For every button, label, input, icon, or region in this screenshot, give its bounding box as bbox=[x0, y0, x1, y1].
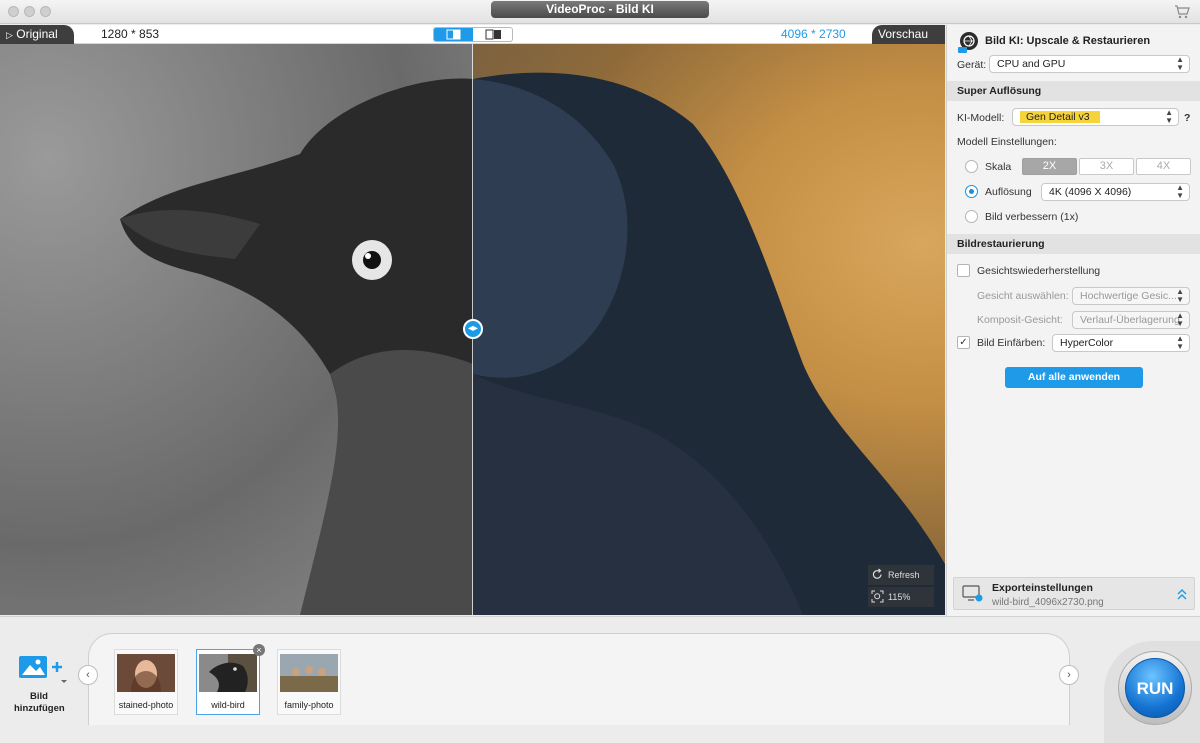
prev-thumbnails-button[interactable]: ‹ bbox=[78, 665, 98, 685]
face-restore-checkbox[interactable] bbox=[957, 264, 970, 277]
bird-thumbnail-icon bbox=[199, 654, 257, 692]
ai-camera-logo-icon bbox=[958, 32, 978, 53]
app-window: VideoProc - Bild KI ▷ Original 1280 * 85… bbox=[0, 0, 1200, 743]
refresh-button[interactable]: Refresh bbox=[868, 565, 934, 585]
model-settings-label: Modell Einstellungen: bbox=[957, 136, 1057, 148]
select-arrows-icon: ▲ ▼ bbox=[1176, 311, 1184, 328]
resolution-radio[interactable] bbox=[965, 185, 978, 198]
bottom-bar: Bild hinzufügen ‹ › stained-photo wild-b… bbox=[0, 616, 1200, 743]
portrait-thumbnail-icon bbox=[117, 654, 175, 692]
split-view-button[interactable] bbox=[434, 28, 473, 41]
enhance-radio[interactable] bbox=[965, 210, 978, 223]
select-arrows-icon: ▲ ▼ bbox=[1165, 108, 1173, 125]
add-image-icon bbox=[19, 656, 67, 683]
thumbnail-item-selected[interactable]: wild-bird × bbox=[196, 644, 265, 715]
zoom-icon bbox=[871, 590, 884, 603]
restoration-header: Bildrestaurierung bbox=[947, 234, 1200, 254]
export-monitor-icon bbox=[962, 585, 983, 602]
model-value: Gen Detail v3 bbox=[1020, 111, 1100, 123]
super-resolution-header: Super Auflösung bbox=[947, 81, 1200, 101]
thumbnail-item[interactable]: family-photo bbox=[277, 649, 341, 715]
original-image bbox=[0, 44, 473, 615]
scale-radio[interactable] bbox=[965, 160, 978, 173]
export-title: Exporteinstellungen bbox=[992, 582, 1093, 594]
thumbnail-item[interactable]: stained-photo bbox=[114, 649, 178, 715]
model-label: KI-Modell: bbox=[957, 112, 1005, 124]
enhance-label: Bild verbessern (1x) bbox=[985, 211, 1079, 223]
bird-grayscale-icon bbox=[120, 78, 473, 615]
device-select[interactable]: CPU and GPU ▲ ▼ bbox=[989, 55, 1190, 73]
add-image-button[interactable]: Bild hinzufügen bbox=[14, 653, 67, 715]
next-thumbnails-button[interactable]: › bbox=[1059, 665, 1079, 685]
face-select[interactable]: Hochwertige Gesic... ▲ ▼ bbox=[1072, 287, 1190, 305]
composite-label: Komposit-Gesicht: bbox=[977, 314, 1063, 326]
window-title: VideoProc - Bild KI bbox=[491, 1, 709, 18]
family-thumbnail-icon bbox=[280, 654, 338, 692]
cart-icon[interactable] bbox=[1174, 4, 1190, 20]
output-resolution: 4096 * 2730 bbox=[781, 27, 846, 41]
face-select-value: Hochwertige Gesic... bbox=[1080, 290, 1177, 302]
panel-title: Bild KI: Upscale & Restaurieren bbox=[985, 35, 1151, 47]
resolution-value: 4K (4096 X 4096) bbox=[1049, 186, 1132, 198]
composite-select[interactable]: Verlauf-Überlagerung ▲ ▼ bbox=[1072, 311, 1190, 329]
composite-value: Verlauf-Überlagerung bbox=[1080, 314, 1180, 326]
title-bar: VideoProc - Bild KI bbox=[0, 0, 1200, 24]
run-button[interactable]: RUN bbox=[1125, 658, 1185, 718]
minimize-window-button[interactable] bbox=[24, 6, 35, 17]
add-image-label: Bild hinzufügen bbox=[14, 691, 65, 714]
split-handle[interactable]: ◂▸ bbox=[463, 319, 483, 339]
select-arrows-icon: ▲ ▼ bbox=[1176, 183, 1184, 200]
view-mode-toggle bbox=[433, 27, 513, 42]
thumbnail-caption: family-photo bbox=[284, 700, 334, 710]
colorize-select[interactable]: HyperColor ▲ ▼ bbox=[1052, 334, 1190, 352]
export-settings-box[interactable]: Exporteinstellungen wild-bird_4096x2730.… bbox=[953, 577, 1195, 610]
refresh-icon bbox=[872, 568, 882, 579]
zoom-window-button[interactable] bbox=[40, 6, 51, 17]
thumbnail-caption: wild-bird bbox=[211, 700, 245, 710]
original-label: Original bbox=[16, 27, 58, 41]
thumbnail-caption: stained-photo bbox=[118, 700, 174, 710]
image-preview[interactable]: ◂▸ Refresh 115% bbox=[0, 44, 945, 615]
remove-thumbnail-icon[interactable]: × bbox=[253, 644, 265, 656]
settings-panel: Bild KI: Upscale & Restaurieren Gerät: C… bbox=[946, 25, 1200, 616]
original-resolution: 1280 * 853 bbox=[101, 27, 160, 41]
apply-all-button[interactable]: Auf alle anwenden bbox=[1005, 367, 1143, 388]
refresh-label: Refresh bbox=[888, 570, 920, 580]
zoom-button[interactable]: 115% bbox=[868, 587, 934, 607]
scale-4x-button[interactable]: 4X bbox=[1136, 158, 1191, 175]
export-filename: wild-bird_4096x2730.png bbox=[992, 597, 1104, 608]
split-view-icon bbox=[446, 29, 461, 40]
preview-label: Vorschau bbox=[878, 27, 929, 41]
device-value: CPU and GPU bbox=[997, 58, 1066, 70]
preview-button[interactable]: Vorschau bbox=[872, 25, 945, 58]
bird-color-icon bbox=[473, 72, 945, 615]
resolution-select[interactable]: 4K (4096 X 4096) ▲ ▼ bbox=[1041, 183, 1190, 201]
colorize-checkbox[interactable]: ✓ bbox=[957, 336, 970, 349]
colorize-value: HyperColor bbox=[1060, 337, 1114, 349]
close-window-button[interactable] bbox=[8, 6, 19, 17]
side-by-side-button[interactable] bbox=[474, 28, 512, 41]
scale-2x-button[interactable]: 2X bbox=[1022, 158, 1077, 175]
colorize-label: Bild Einfärben: bbox=[977, 337, 1046, 349]
scale-label: Skala bbox=[985, 161, 1012, 173]
side-by-side-icon bbox=[485, 29, 501, 40]
original-tag: ▷ Original bbox=[0, 25, 74, 44]
model-select[interactable]: Gen Detail v3 ▲ ▼ bbox=[1012, 108, 1179, 126]
face-select-label: Gesicht auswählen: bbox=[977, 290, 1069, 302]
select-arrows-icon: ▲ ▼ bbox=[1176, 334, 1184, 351]
zoom-label: 115% bbox=[888, 592, 911, 602]
scale-3x-button[interactable]: 3X bbox=[1079, 158, 1134, 175]
face-restore-label: Gesichtswiederherstellung bbox=[977, 265, 1101, 277]
expand-chevron-icon[interactable] bbox=[1176, 587, 1188, 601]
preview-header: ▷ Original 1280 * 853 4096 * 2730 Vorsch… bbox=[0, 25, 945, 58]
select-arrows-icon: ▲ ▼ bbox=[1176, 287, 1184, 304]
play-icon: ▷ bbox=[6, 30, 13, 40]
select-arrows-icon: ▲ ▼ bbox=[1176, 55, 1184, 72]
enhanced-image bbox=[473, 44, 945, 615]
device-label: Gerät: bbox=[957, 59, 987, 71]
resolution-label: Auflösung bbox=[985, 186, 1032, 198]
help-icon[interactable]: ? bbox=[1184, 112, 1190, 124]
